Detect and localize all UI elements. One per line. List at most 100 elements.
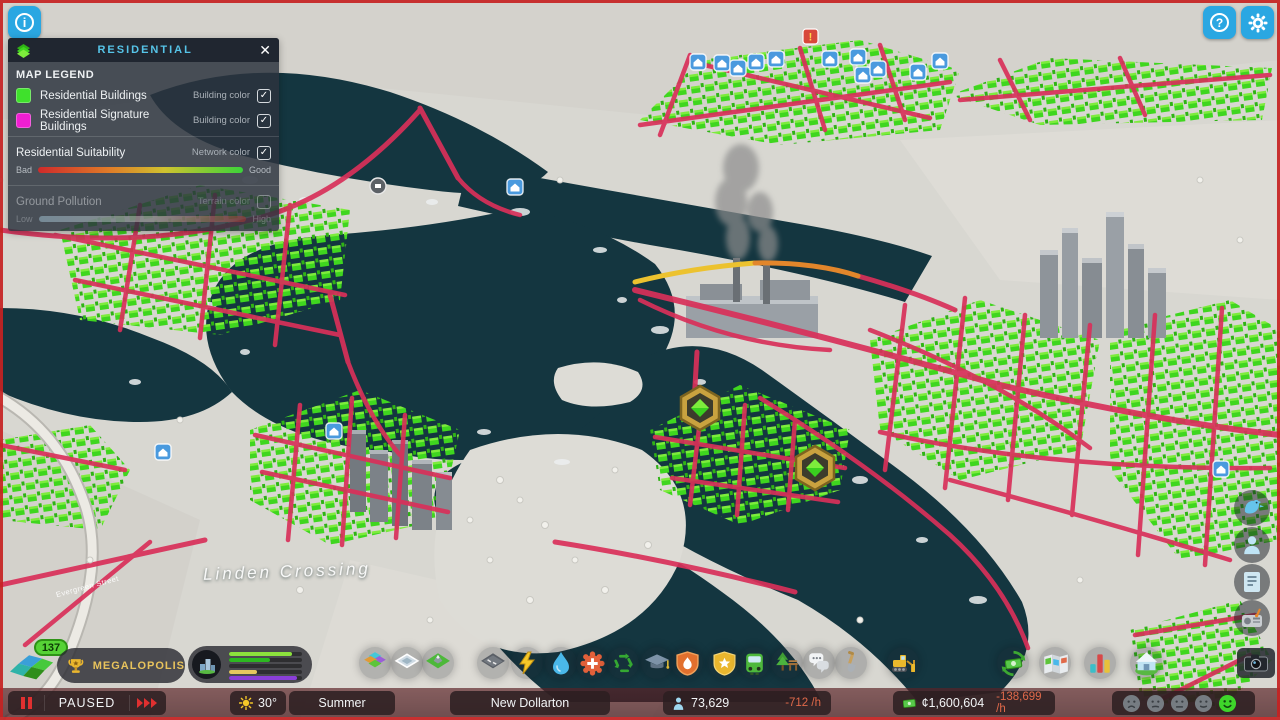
checkbox-suitability[interactable]: ✓ — [257, 145, 271, 160]
fast-forward-icon — [137, 698, 157, 708]
residential-building-marker[interactable] — [854, 66, 872, 84]
citizens-button[interactable] — [1234, 527, 1270, 563]
checkbox-signature[interactable]: ✓ — [257, 113, 271, 128]
info-icon: i — [15, 13, 34, 32]
legend-row-meta: Terrain color — [197, 196, 250, 207]
trophy-icon — [68, 658, 84, 673]
money-value: ¢1,600,604 — [921, 696, 985, 710]
info-panel-button[interactable]: i — [8, 6, 41, 39]
terraforming-icon[interactable] — [422, 647, 454, 679]
close-icon[interactable]: ✕ — [259, 43, 271, 57]
residential-building-marker[interactable] — [154, 443, 172, 461]
communications-icon[interactable] — [803, 647, 835, 679]
money-pill[interactable]: ¢1,600,604 -138,699 /h — [893, 691, 1055, 715]
demand-panel[interactable] — [188, 646, 312, 683]
speed-forward-button[interactable] — [130, 698, 166, 708]
happiness-face — [1146, 694, 1165, 712]
panel-title: RESIDENTIAL — [97, 44, 193, 56]
legend-header: RESIDENTIAL ✕ — [8, 38, 279, 62]
pollution-gradient-bar — [38, 216, 247, 222]
photo-mode-button[interactable] — [1237, 648, 1275, 678]
garbage-icon[interactable] — [607, 647, 639, 679]
city-name-pill[interactable]: New Dollarton — [450, 691, 610, 715]
residential-building-marker[interactable] — [909, 63, 927, 81]
happiness-face — [1194, 694, 1213, 712]
residential-building-marker[interactable] — [849, 48, 867, 66]
statistics-icon[interactable] — [1084, 647, 1116, 679]
residential-building-marker[interactable] — [931, 52, 949, 70]
scale-max-label: Good — [248, 165, 271, 175]
status-bar: PAUSED 30° Summer New Dollarton 73,629 -… — [0, 688, 1280, 717]
landscaping-icon[interactable] — [835, 647, 867, 679]
residential-building-marker[interactable] — [689, 53, 707, 71]
healthcare-icon[interactable] — [576, 647, 608, 679]
electricity-icon[interactable] — [511, 647, 543, 679]
legend-row-label: Residential Signature Buildings — [40, 108, 150, 133]
legend-row-meta: Building color — [192, 115, 250, 126]
happiness-faces — [1112, 694, 1247, 713]
police-icon[interactable] — [708, 647, 740, 679]
residential-building-marker[interactable] — [713, 54, 731, 72]
legend-row-suitability: Residential Suitability Network color ✓ — [8, 140, 279, 165]
radio-button[interactable] — [1234, 600, 1270, 636]
chirper-bird-icon — [1244, 499, 1264, 514]
scale-min-label: Bad — [16, 165, 33, 175]
population-pill[interactable]: 73,629 -712 /h — [663, 691, 831, 715]
economy-icon[interactable] — [997, 647, 1029, 679]
citizen-icon — [1244, 536, 1260, 555]
happiness-face — [1170, 694, 1189, 712]
journal-icon — [1244, 572, 1260, 592]
money-icon — [903, 698, 916, 708]
season-indicator[interactable]: Summer — [289, 691, 395, 715]
residential-building-marker[interactable] — [506, 178, 524, 196]
happiness-face — [1218, 694, 1237, 712]
residential-building-marker[interactable] — [729, 59, 747, 77]
checkbox-residential[interactable]: ✓ — [257, 88, 271, 103]
parks-recreation-icon[interactable] — [771, 647, 803, 679]
roads-icon[interactable] — [477, 647, 509, 679]
checkbox-pollution[interactable] — [257, 194, 271, 209]
progression-icon[interactable] — [1039, 647, 1071, 679]
demand-bars — [229, 652, 302, 682]
city-buildings-icon — [192, 650, 221, 679]
season-label: Summer — [318, 696, 366, 710]
weather-temperature[interactable]: 30° — [230, 691, 286, 715]
sim-state-label: PAUSED — [58, 696, 116, 710]
zoning-icon[interactable] — [359, 647, 391, 679]
residential-building-marker[interactable] — [767, 50, 785, 68]
city-level-badge[interactable]: 137 — [10, 639, 68, 683]
chirper-button[interactable] — [1234, 490, 1270, 526]
districts-icon[interactable] — [391, 647, 423, 679]
residential-building-marker[interactable] — [1212, 460, 1230, 478]
money-rate: -138,699 /h — [996, 691, 1042, 715]
residential-building-marker[interactable] — [869, 60, 887, 78]
bulldozer-icon[interactable] — [887, 647, 919, 679]
gear-icon — [1248, 13, 1267, 32]
help-icon: ? — [1210, 13, 1229, 32]
settings-button[interactable] — [1241, 6, 1274, 39]
residential-building-marker[interactable] — [325, 422, 343, 440]
infoview-legend-panel: RESIDENTIAL ✕ MAP LEGEND Residential Bui… — [8, 38, 279, 231]
help-button[interactable]: ? — [1203, 6, 1236, 39]
population-rate: -712 /h — [785, 697, 821, 709]
journal-button[interactable] — [1234, 564, 1270, 600]
transportation-icon[interactable] — [738, 647, 770, 679]
legend-row-meta: Network color — [191, 147, 250, 158]
education-icon[interactable] — [641, 647, 673, 679]
legend-row-label: Ground Pollution — [16, 195, 102, 208]
legend-section-label: MAP LEGEND — [16, 69, 95, 81]
info-views-icon[interactable] — [1130, 647, 1162, 679]
residential-building-marker[interactable] — [821, 50, 839, 68]
happiness-pill[interactable] — [1112, 691, 1255, 715]
population-icon — [673, 696, 684, 710]
water-icon[interactable] — [545, 647, 577, 679]
suitability-scale: Bad Good — [8, 165, 279, 182]
legend-row-meta: Building color — [192, 90, 250, 101]
fire-rescue-icon[interactable] — [671, 647, 703, 679]
milestone-pill[interactable]: MEGALOPOLIS — [57, 648, 185, 683]
pause-button[interactable] — [8, 697, 44, 709]
residential-building-marker[interactable] — [747, 53, 765, 71]
city-name: New Dollarton — [490, 696, 570, 710]
population-value: 73,629 — [691, 696, 730, 710]
temperature-value: 30° — [258, 696, 277, 710]
